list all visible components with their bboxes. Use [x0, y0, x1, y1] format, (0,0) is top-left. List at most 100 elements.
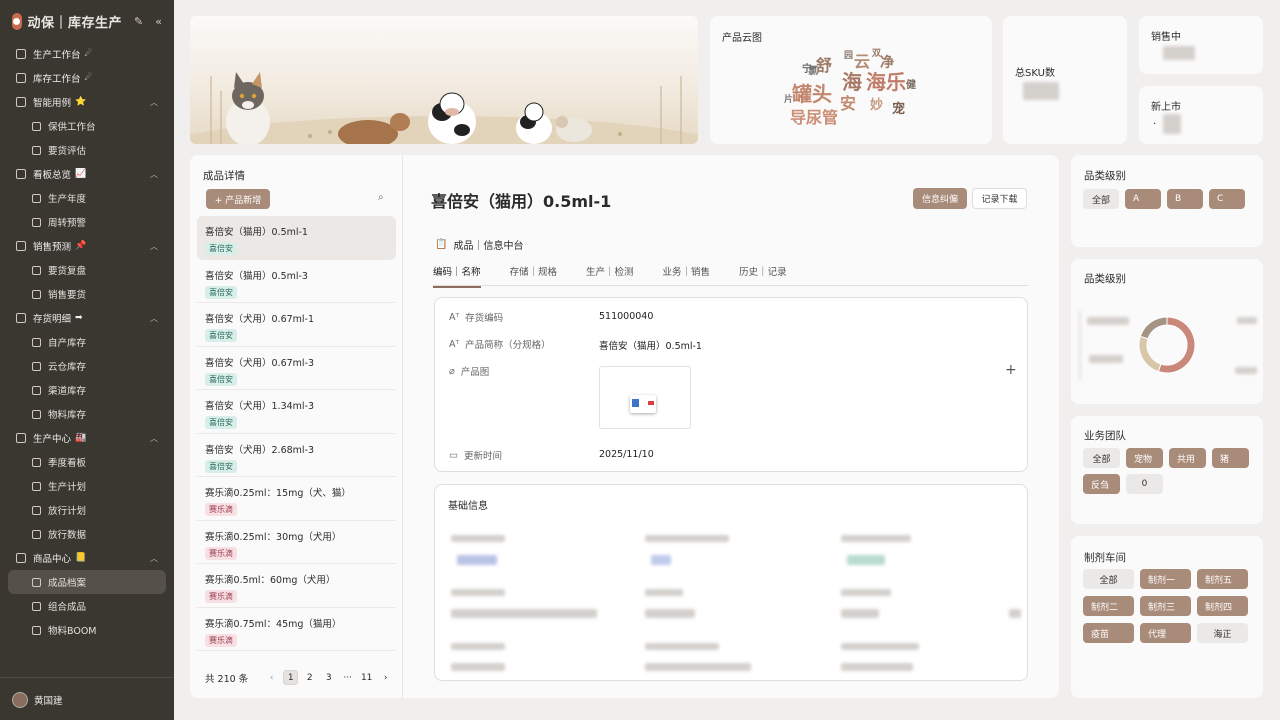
chevron-up-icon[interactable]: ︿: [150, 241, 158, 252]
page-button[interactable]: 11: [359, 670, 374, 685]
sidebar-group-0[interactable]: 生产工作台 ☄: [8, 42, 166, 66]
sidebar-item[interactable]: 要货复盘: [8, 258, 166, 282]
add-image-icon[interactable]: +: [1005, 362, 1017, 378]
cloud-word: 舒: [816, 56, 833, 75]
list-item[interactable]: 赛乐滴0.25ml：15mg（犬、猫） 赛乐滴: [197, 477, 396, 521]
filter-option[interactable]: 全部: [1083, 569, 1134, 589]
download-records-button[interactable]: 记录下载: [972, 188, 1027, 209]
filter-option[interactable]: 猪: [1212, 448, 1249, 468]
filter-option[interactable]: 共用: [1169, 448, 1206, 468]
page-button[interactable]: ···: [340, 670, 355, 685]
sidebar-item[interactable]: 云仓库存: [8, 354, 166, 378]
sidebar-item-label: 物料库存: [48, 410, 87, 421]
filter-option[interactable]: 全部: [1083, 189, 1119, 209]
sidebar-item[interactable]: 季度看板: [8, 450, 166, 474]
sidebar-item[interactable]: 组合成品: [8, 594, 166, 618]
filter-option[interactable]: 制剂三: [1140, 596, 1191, 616]
filter-option[interactable]: B: [1167, 189, 1203, 209]
chevron-up-icon[interactable]: ︿: [150, 553, 158, 564]
product-list-title: 成品详情: [203, 170, 245, 182]
sidebar-group-6[interactable]: 生产中心 🏭 ︿: [8, 426, 166, 450]
list-item[interactable]: 赛乐滴0.25ml：30mg（犬用） 赛乐滴: [197, 521, 396, 564]
list-item[interactable]: 赛乐滴1.0ml：120mg（犬用）: [197, 651, 396, 661]
filter-option[interactable]: 制剂五: [1197, 569, 1248, 589]
add-product-button[interactable]: + 产品新增: [206, 189, 270, 209]
tab-item[interactable]: 编码｜名称: [433, 264, 481, 288]
cloud-word: 氯: [808, 66, 818, 77]
list-item[interactable]: 喜倍安（猫用）0.5ml-3 喜倍安: [197, 260, 396, 303]
product-tag-badge: 喜倍安: [205, 459, 237, 473]
cloud-word: 片: [784, 95, 794, 105]
filter-option[interactable]: 反刍: [1083, 474, 1120, 494]
filter-option[interactable]: 制剂四: [1197, 596, 1248, 616]
sidebar-item[interactable]: 渠道库存: [8, 378, 166, 402]
list-item-name: 赛乐滴0.25ml：15mg（犬、猫）: [205, 488, 351, 499]
list-item[interactable]: 喜倍安（猫用）0.5ml-1 喜倍安: [197, 216, 396, 260]
sidebar-item[interactable]: 生产计划: [8, 474, 166, 498]
blurred-value: [651, 555, 671, 565]
sidebar-item[interactable]: 放行计划: [8, 498, 166, 522]
chevron-up-icon[interactable]: ︿: [150, 313, 158, 324]
next-page-icon[interactable]: ›: [378, 670, 393, 685]
sidebar-item-label: 保供工作台: [48, 122, 96, 133]
chevron-up-icon[interactable]: ︿: [150, 97, 158, 108]
sidebar-item[interactable]: 物料库存: [8, 402, 166, 426]
filter-option[interactable]: 宠物: [1126, 448, 1163, 468]
sidebar-item[interactable]: 周转预警: [8, 210, 166, 234]
search-icon[interactable]: ⌕: [378, 192, 384, 203]
sidebar-item[interactable]: 销售要货: [8, 282, 166, 306]
sidebar-item[interactable]: 要货评估: [8, 138, 166, 162]
sidebar-group-1[interactable]: 库存工作台 ☄: [8, 66, 166, 90]
edit-icon[interactable]: ✎: [134, 15, 143, 28]
tab-item[interactable]: 存储｜规格: [510, 264, 558, 288]
filter-option[interactable]: 疫苗: [1083, 623, 1134, 643]
sidebar-group-3[interactable]: 看板总览 📈 ︿: [8, 162, 166, 186]
list-item[interactable]: 喜倍安（犬用）0.67ml-3 喜倍安: [197, 347, 396, 390]
banner-illustration: [190, 72, 698, 144]
sidebar-group-4[interactable]: 销售预测 📌 ︿: [8, 234, 166, 258]
correct-info-button[interactable]: 信息纠偏: [913, 188, 967, 209]
group-emoji-icon: 📌: [75, 241, 87, 251]
product-tag-badge: 赛乐滴: [205, 546, 237, 560]
prev-page-icon[interactable]: ‹: [264, 670, 279, 685]
pagination: 共 210 条 ‹ 1 2 3 ··· 11 ›: [205, 670, 393, 685]
chevron-up-icon[interactable]: ︿: [150, 169, 158, 180]
filter-option[interactable]: 代理: [1140, 623, 1191, 643]
list-item[interactable]: 喜倍安（犬用）0.67ml-1 喜倍安: [197, 303, 396, 347]
tab-item[interactable]: 生产｜检测: [586, 264, 634, 288]
filter-option[interactable]: 全部: [1083, 448, 1120, 468]
page-button[interactable]: 3: [321, 670, 336, 685]
list-item[interactable]: 喜倍安（犬用）2.68ml-3 喜倍安: [197, 434, 396, 477]
list-item[interactable]: 赛乐滴0.5ml：60mg（犬用） 赛乐滴: [197, 564, 396, 608]
sidebar-item[interactable]: 放行数据: [8, 522, 166, 546]
sidebar-group-7[interactable]: 商品中心 📒 ︿: [8, 546, 166, 570]
donut-slice[interactable]: [1139, 316, 1168, 340]
filter-option[interactable]: 制剂一: [1140, 569, 1191, 589]
chevron-up-icon[interactable]: ︿: [150, 433, 158, 444]
filter-option[interactable]: 制剂二: [1083, 596, 1134, 616]
sidebar-item[interactable]: 物料BOOM: [8, 618, 166, 642]
sidebar-item[interactable]: 成品档案: [8, 570, 166, 594]
sidebar-group-5[interactable]: 存货明细 ➡ ︿: [8, 306, 166, 330]
sidebar-item[interactable]: 自产库存: [8, 330, 166, 354]
tab-item[interactable]: 历史｜记录: [739, 264, 787, 288]
blurred-label: [451, 589, 505, 596]
donut-slice[interactable]: [1138, 335, 1162, 373]
sidebar-item[interactable]: 生产年度: [8, 186, 166, 210]
page-button[interactable]: 1: [283, 670, 299, 685]
filter-option[interactable]: 0: [1126, 474, 1163, 494]
page-button[interactable]: 2: [302, 670, 317, 685]
tab-item[interactable]: 业务｜销售: [663, 264, 711, 288]
filter-option[interactable]: 海正: [1197, 623, 1248, 643]
collapse-sidebar-icon[interactable]: «: [155, 15, 162, 28]
list-item[interactable]: 赛乐滴0.75ml：45mg（猫用） 赛乐滴: [197, 608, 396, 651]
user-profile[interactable]: 黄国建: [12, 692, 63, 708]
sidebar-group-2[interactable]: 智能用例 ⭐ ︿: [8, 90, 166, 114]
sidebar-group-label: 商品中心: [33, 554, 72, 565]
filter-option[interactable]: C: [1209, 189, 1245, 209]
list-item[interactable]: 喜倍安（犬用）1.34ml-3 喜倍安: [197, 390, 396, 434]
filter-option[interactable]: A: [1125, 189, 1161, 209]
product-image[interactable]: [599, 366, 691, 429]
sidebar-item[interactable]: 保供工作台: [8, 114, 166, 138]
total-sku-label: 总SKU数: [1015, 68, 1055, 79]
